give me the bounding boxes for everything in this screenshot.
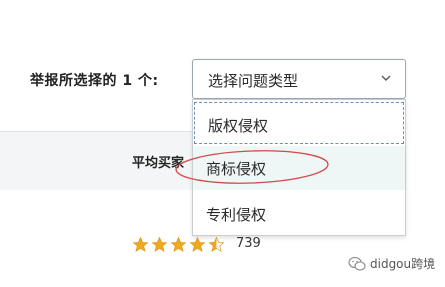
option-label: 版权侵权 (208, 117, 269, 135)
issue-type-select[interactable]: 选择问题类型 (192, 59, 406, 99)
watermark-text: didgou跨境 (370, 257, 436, 271)
issue-type-select-value: 选择问题类型 (208, 72, 299, 90)
star-full-icon (132, 236, 149, 252)
report-label: 举报所选择的 1 个: (30, 73, 159, 89)
star-half-icon (208, 236, 225, 252)
chevron-down-icon (381, 75, 391, 81)
report-dialog: 举报所选择的 1 个: 选择问题类型 平均买家 版权侵权 商标侵权 专利侵权 7… (0, 0, 445, 287)
star-full-icon (151, 236, 168, 252)
option-copyright[interactable]: 版权侵权 (194, 102, 404, 144)
option-patent[interactable]: 专利侵权 (193, 192, 405, 236)
highlight-circle (175, 150, 329, 184)
option-label: 专利侵权 (206, 206, 267, 224)
star-full-icon (189, 236, 206, 252)
wechat-icon (348, 256, 366, 271)
star-full-icon (170, 236, 187, 252)
rating-count-link[interactable]: 739 (236, 236, 261, 251)
